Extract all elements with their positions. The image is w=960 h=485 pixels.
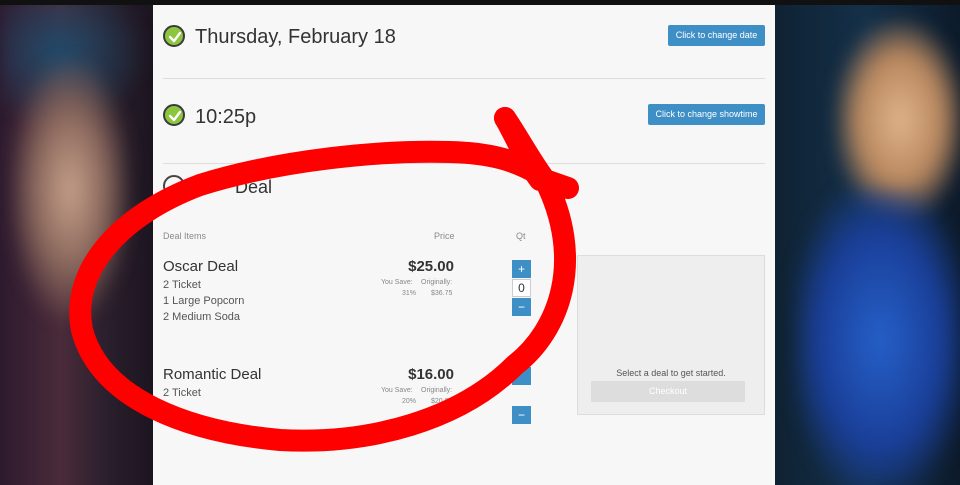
deal-name: Oscar Deal [163, 258, 239, 275]
original-price: $36.75 [431, 290, 453, 297]
deal-price: $25.00 [408, 258, 454, 275]
column-deal-items: Deal Items [163, 231, 207, 241]
deal-item: 1 Large Popcorn [163, 295, 245, 307]
you-save-value: 31% [402, 290, 417, 297]
cart-message: Select a deal to get started. [616, 368, 726, 378]
qty-decrease-button[interactable]: − [512, 406, 531, 424]
showtime-check-icon [163, 104, 185, 126]
cart-summary: Select a deal to get started. Checkout [577, 255, 765, 415]
deal-item: 2 Ticket [163, 279, 201, 291]
booking-panel: Thursday, February 18 Click to change da… [153, 5, 775, 485]
deal-item: 2 Medium Soda [163, 311, 241, 323]
column-price: Price [434, 231, 455, 241]
background-photo-left [0, 0, 153, 485]
change-date-button[interactable]: Click to change date [668, 25, 765, 46]
selected-date: Thursday, February 18 [195, 26, 396, 48]
qty-decrease-button[interactable]: − [512, 298, 531, 316]
divider [163, 163, 765, 164]
you-save-label: You Save: [381, 279, 413, 286]
date-check-icon [163, 25, 185, 47]
deal-name: Romantic Deal [163, 366, 262, 383]
deal-item: 2 Ticket [163, 387, 201, 399]
background-photo-right [775, 0, 960, 485]
originally-label: Originally: [421, 387, 453, 394]
change-showtime-button[interactable]: Click to change showtime [648, 104, 765, 125]
qty-input[interactable]: 0 [512, 279, 531, 297]
original-price: $20.00 [431, 398, 453, 405]
originally-label: Originally: [421, 279, 453, 286]
you-save-label: You Save: [381, 387, 413, 394]
selected-showtime: 10:25p [195, 106, 257, 128]
qty-increase-button[interactable]: + [512, 260, 531, 278]
you-save-value: 20% [402, 398, 417, 405]
column-qty: Qt [516, 231, 526, 241]
deal-step-title: Deal [235, 177, 273, 197]
deal-price: $16.00 [408, 366, 454, 383]
checkout-button[interactable]: Checkout [591, 381, 745, 402]
deal-step-icon [163, 175, 185, 197]
qty-increase-button[interactable] [512, 367, 531, 385]
divider [163, 78, 765, 79]
